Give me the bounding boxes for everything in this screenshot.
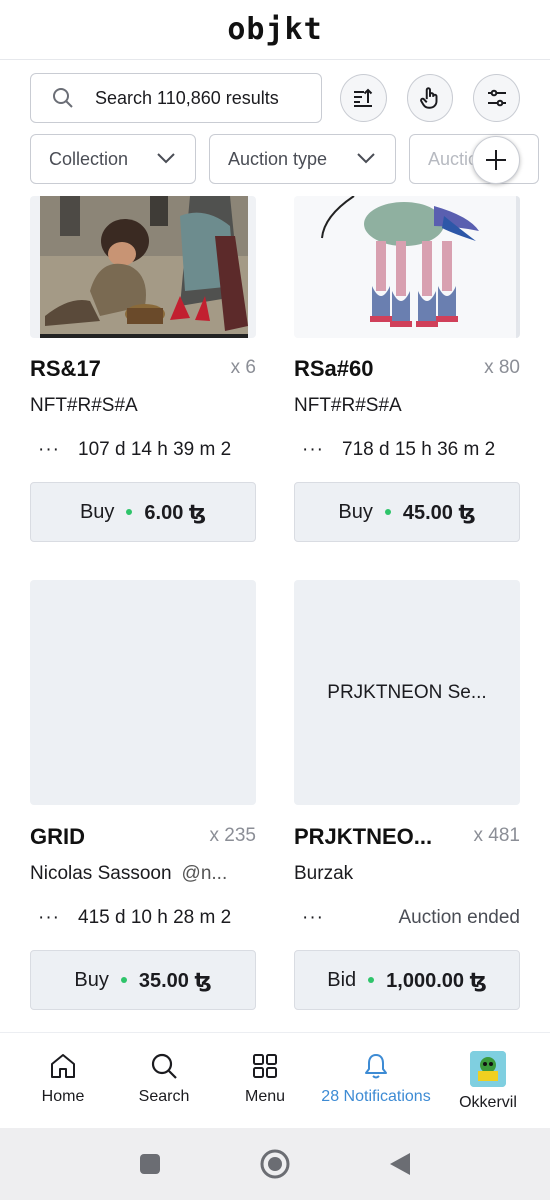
- buy-button[interactable]: Buy 45.00 ꜩ: [294, 482, 520, 542]
- chevron-down-icon: [157, 153, 175, 164]
- sliders-icon: [487, 89, 506, 107]
- search-row: [30, 73, 520, 123]
- nav-home-label: Home: [41, 1088, 85, 1105]
- action-label: Bid: [327, 968, 357, 991]
- price: 6.00 ꜩ: [144, 501, 207, 524]
- token-title[interactable]: PRJKTNEO...: [294, 824, 432, 850]
- more-icon[interactable]: ···: [302, 907, 324, 929]
- action-label: Buy: [74, 968, 109, 991]
- nav-notifications[interactable]: 28 Notifications: [314, 1033, 438, 1129]
- status-dot: [384, 509, 391, 515]
- back-triangle-icon: [390, 1153, 410, 1175]
- search-input[interactable]: [95, 87, 315, 109]
- token-image[interactable]: [30, 580, 256, 805]
- artwork-bird-creature: [294, 196, 520, 338]
- thumbnail-title: PRJKTNEON Se...: [327, 681, 487, 703]
- app-header: objkt: [0, 0, 550, 60]
- avatar: [470, 1051, 506, 1087]
- circle-icon: [260, 1149, 290, 1179]
- search-box[interactable]: [30, 73, 322, 123]
- touch-mode-button[interactable]: [406, 74, 454, 122]
- auction-timer: ··· 415 d 10 h 28 m 2: [30, 907, 256, 933]
- token-image[interactable]: [30, 196, 256, 338]
- action-label: Buy: [79, 500, 115, 523]
- token-title[interactable]: RS&17: [30, 356, 101, 382]
- recents-button[interactable]: [136, 1150, 164, 1178]
- auction-type-filter[interactable]: Auction type: [209, 134, 396, 184]
- token-card[interactable]: PRJKTNEON Se... PRJKTNEO... x 481 Burzak…: [294, 580, 520, 1012]
- nav-menu-label: Menu: [244, 1088, 286, 1105]
- price: 35.00 ꜩ: [138, 969, 212, 992]
- search-icon: [53, 88, 73, 108]
- token-image[interactable]: PRJKTNEON Se...: [294, 580, 520, 805]
- auction-ended-label: Auction ended: [398, 907, 521, 928]
- home-system-button[interactable]: [259, 1149, 291, 1179]
- filters-button[interactable]: [473, 74, 520, 122]
- more-icon[interactable]: ···: [38, 907, 60, 929]
- add-filter-button[interactable]: [472, 136, 520, 184]
- auction-timer: ··· 107 d 14 h 39 m 2: [30, 439, 256, 465]
- collection-filter-label: Collection: [49, 148, 129, 169]
- bell-icon: [365, 1054, 387, 1079]
- countdown: 718 d 15 h 36 m 2: [342, 439, 496, 460]
- countdown: 107 d 14 h 39 m 2: [78, 439, 232, 460]
- artwork-shoe-shine: [40, 196, 248, 338]
- price: 45.00 ꜩ: [402, 501, 476, 524]
- back-button[interactable]: [386, 1150, 414, 1178]
- nav-menu[interactable]: Menu: [242, 1033, 288, 1129]
- chevron-down-icon: [357, 153, 375, 164]
- token-image[interactable]: [294, 196, 520, 338]
- auction-timer: ··· 718 d 15 h 36 m 2: [294, 439, 520, 465]
- price: 1,000.00 ꜩ: [386, 969, 487, 992]
- nav-profile-label: Okkervil: [459, 1094, 517, 1111]
- square-icon: [140, 1154, 160, 1174]
- status-dot: [126, 509, 133, 515]
- artist-name[interactable]: Burzak: [294, 863, 520, 885]
- bottom-navigation: Home Search Menu 28 Notifications Okkerv…: [0, 1032, 550, 1128]
- objkt-logo[interactable]: objkt: [227, 12, 322, 47]
- status-dot: [368, 977, 375, 983]
- collection-filter[interactable]: Collection: [30, 134, 196, 184]
- search-icon: [151, 1053, 177, 1079]
- plus-icon: [486, 150, 506, 170]
- edition-count: x 481: [473, 825, 520, 846]
- edition-count: x 235: [209, 825, 256, 846]
- edition-count: x 6: [230, 357, 256, 378]
- token-title[interactable]: RSa#60: [294, 356, 374, 382]
- more-icon[interactable]: ···: [302, 439, 324, 461]
- artist-name[interactable]: NFT#R#S#A: [294, 395, 520, 417]
- nav-notifications-label: 28 Notifications: [321, 1088, 431, 1105]
- auction-status: ··· Auction ended: [294, 907, 520, 933]
- more-icon[interactable]: ···: [38, 439, 60, 461]
- nav-search-label: Search: [138, 1088, 190, 1105]
- artist-name[interactable]: NFT#R#S#A: [30, 395, 256, 417]
- system-navigation-bar: [0, 1128, 550, 1200]
- sort-icon: [354, 88, 373, 107]
- artist-name[interactable]: Nicolas Sassoon: [30, 863, 172, 884]
- artist-handle[interactable]: @n...: [182, 863, 228, 884]
- edition-count: x 80: [484, 357, 520, 378]
- token-title[interactable]: GRID: [30, 824, 85, 850]
- home-icon: [51, 1054, 75, 1078]
- touch-icon: [420, 87, 438, 109]
- buy-button[interactable]: Buy 6.00 ꜩ: [30, 482, 256, 542]
- bid-button[interactable]: Bid 1,000.00 ꜩ: [294, 950, 520, 1010]
- nav-search[interactable]: Search: [133, 1033, 195, 1129]
- artist-line: Nicolas Sassoon @n...: [30, 863, 256, 885]
- grid-icon: [253, 1054, 277, 1078]
- token-card[interactable]: RSa#60 x 80 NFT#R#S#A ··· 718 d 15 h 36 …: [294, 196, 520, 546]
- nav-profile[interactable]: Okkervil: [455, 1033, 521, 1129]
- token-card[interactable]: GRID x 235 Nicolas Sassoon @n... ··· 415 …: [30, 580, 256, 1012]
- nav-home[interactable]: Home: [38, 1033, 88, 1129]
- buy-button[interactable]: Buy 35.00 ꜩ: [30, 950, 256, 1010]
- countdown: 415 d 10 h 28 m 2: [78, 907, 232, 928]
- action-label: Buy: [338, 500, 373, 523]
- auction-type-filter-label: Auction type: [228, 148, 328, 169]
- sort-button[interactable]: [339, 74, 387, 122]
- token-card[interactable]: RS&17 x 6 NFT#R#S#A ··· 107 d 14 h 39 m …: [30, 196, 256, 546]
- avatar-image: [470, 1051, 506, 1087]
- status-dot: [120, 977, 127, 983]
